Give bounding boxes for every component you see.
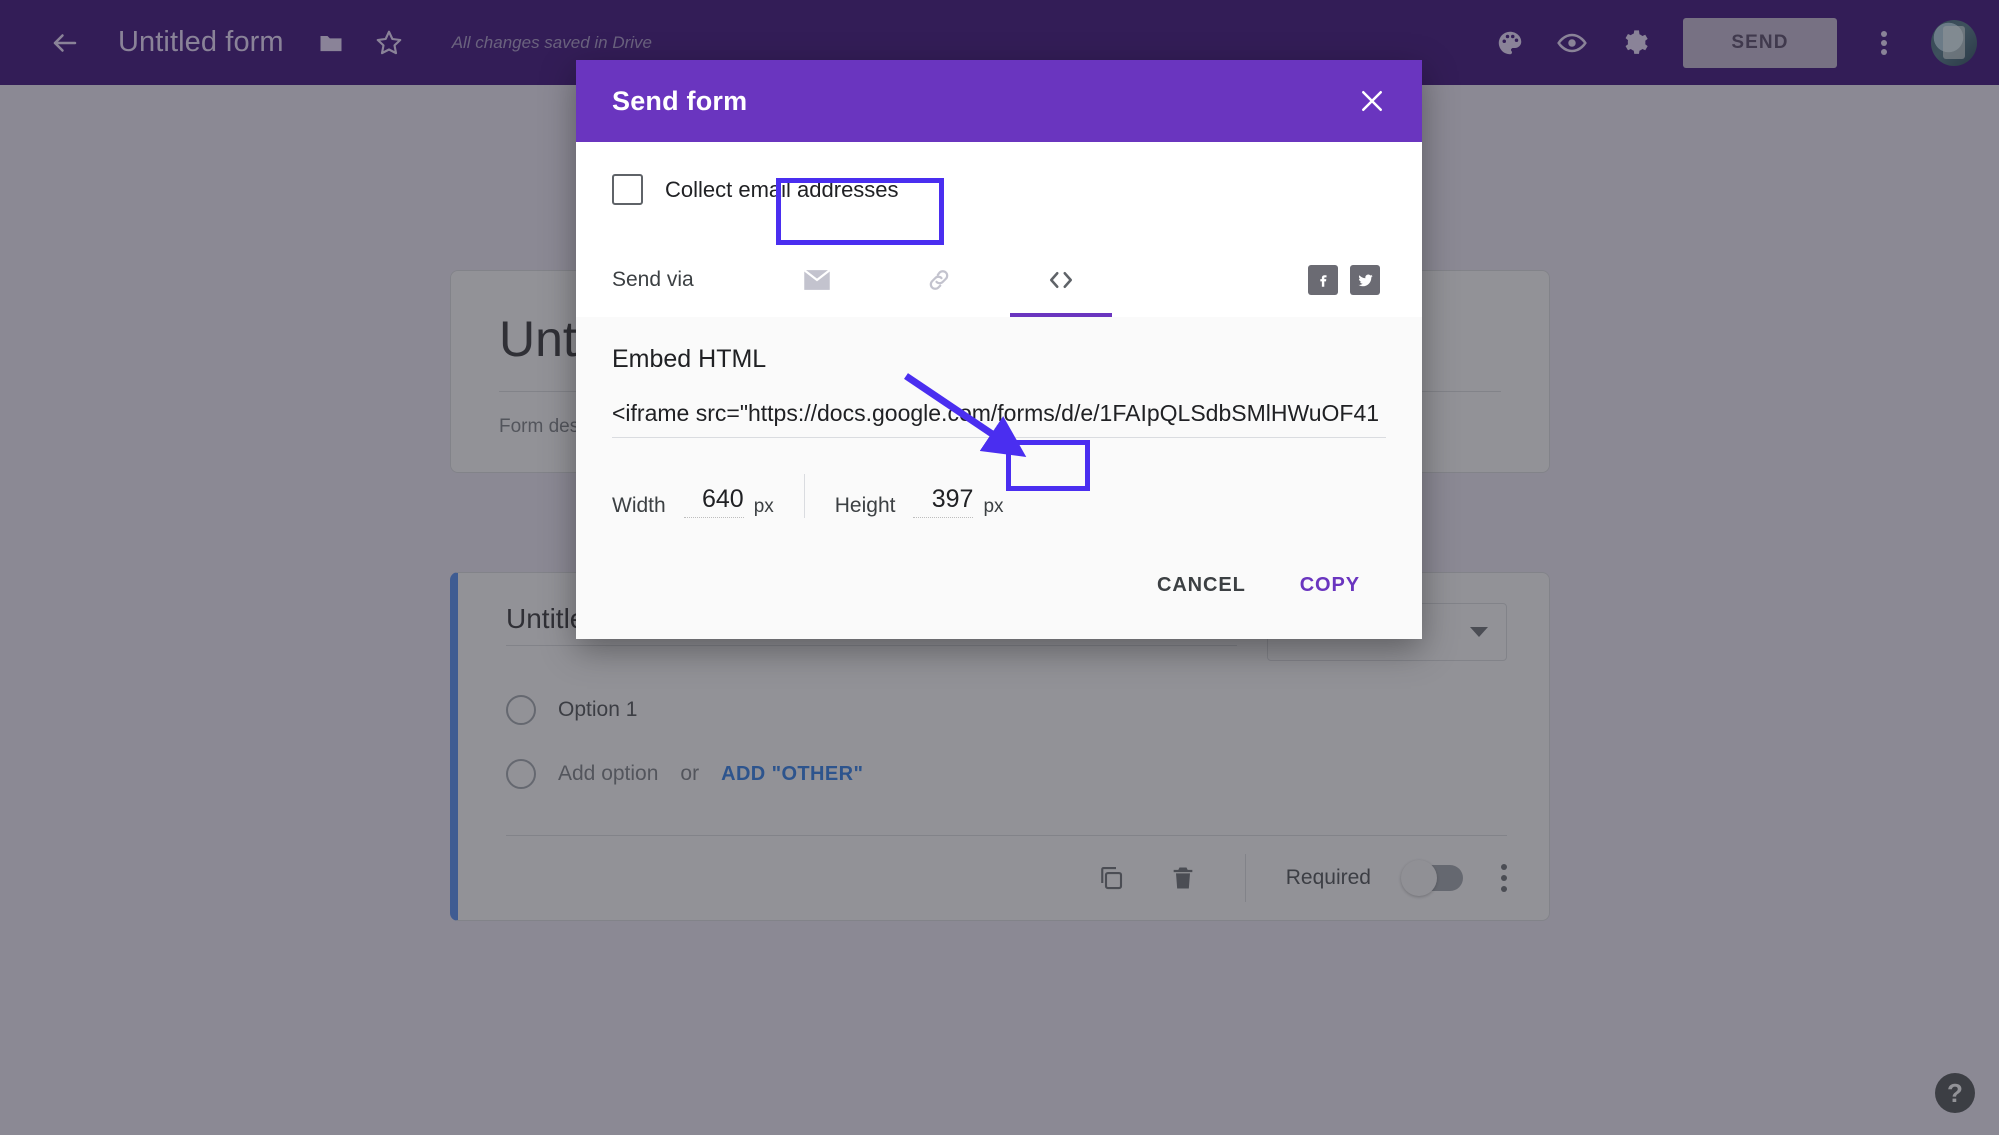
palette-icon[interactable] — [1481, 14, 1539, 72]
question-footer: Required — [506, 835, 1507, 920]
dialog-top-section: Collect email addresses Send via — [576, 142, 1422, 317]
duplicate-icon[interactable] — [1089, 856, 1133, 900]
link-icon — [929, 270, 949, 290]
height-label: Height — [834, 494, 896, 517]
gear-icon[interactable] — [1605, 14, 1663, 72]
folder-icon[interactable] — [302, 14, 360, 72]
add-option-row[interactable]: Add option or ADD "OTHER" — [506, 759, 1507, 789]
radio-unchecked-icon — [506, 695, 536, 725]
arrow-left-icon[interactable] — [36, 14, 94, 72]
top-bar-right-group: SEND — [1481, 14, 1977, 72]
or-label: or — [680, 762, 700, 785]
width-unit: px — [753, 496, 774, 517]
cancel-button[interactable]: CANCEL — [1135, 562, 1268, 609]
radio-unchecked-icon — [506, 759, 536, 789]
kebab-dot — [1501, 886, 1507, 892]
send-via-label: Send via — [612, 268, 694, 291]
send-form-dialog: Send form Collect email addresses Send v… — [576, 60, 1422, 639]
option-label: Option 1 — [558, 698, 638, 721]
kebab-dot — [1501, 864, 1507, 870]
facebook-icon[interactable] — [1308, 265, 1338, 295]
help-button[interactable]: ? — [1935, 1073, 1975, 1113]
dialog-header: Send form — [576, 60, 1422, 142]
user-avatar[interactable] — [1931, 19, 1977, 66]
checkbox-unchecked-icon[interactable] — [612, 174, 643, 205]
kebab-menu-icon[interactable] — [1855, 14, 1913, 72]
star-outline-icon[interactable] — [360, 14, 418, 72]
toggle-knob — [1401, 860, 1437, 896]
form-title-topbar[interactable]: Untitled form — [118, 26, 284, 59]
height-unit: px — [983, 496, 1004, 517]
width-input[interactable]: 640 — [683, 485, 744, 518]
send-via-row: Send via — [612, 243, 1386, 317]
send-via-tab-email[interactable] — [758, 243, 876, 317]
close-x-icon[interactable] — [1350, 79, 1394, 123]
send-button[interactable]: SEND — [1683, 17, 1837, 68]
kebab-dot — [1501, 875, 1507, 881]
embed-html-input[interactable]: <iframe src="https://docs.google.com/for… — [612, 400, 1386, 438]
send-via-tab-link[interactable] — [880, 243, 998, 317]
dimensions-divider — [803, 474, 805, 518]
height-input[interactable]: 397 — [913, 485, 974, 518]
send-via-tab-embed[interactable] — [1002, 243, 1120, 317]
collect-email-label: Collect email addresses — [665, 176, 899, 202]
embed-html-label: Embed HTML — [612, 345, 767, 373]
option-row[interactable]: Option 1 — [506, 695, 1507, 725]
question-more-menu[interactable] — [1501, 864, 1507, 892]
dialog-body: Collect email addresses Send via Embed H… — [576, 142, 1422, 639]
trash-icon[interactable] — [1161, 856, 1205, 900]
social-share-group — [1308, 265, 1380, 295]
dialog-title: Send form — [612, 85, 748, 116]
width-label: Width — [612, 494, 666, 517]
add-other-button[interactable]: ADD "OTHER" — [721, 763, 863, 786]
twitter-icon[interactable] — [1350, 265, 1380, 295]
save-status-text: All changes saved in Drive — [451, 32, 653, 52]
embed-section: Embed HTML <iframe src="https://docs.goo… — [576, 317, 1422, 639]
chevron-down-icon — [1470, 627, 1488, 637]
collect-email-row[interactable]: Collect email addresses — [612, 174, 1386, 205]
required-label: Required — [1285, 866, 1371, 889]
footer-divider — [1244, 854, 1246, 902]
dialog-actions: CANCEL COPY — [612, 562, 1386, 609]
copy-button[interactable]: COPY — [1278, 562, 1382, 609]
screen-root: Untitled form Form description Untitled … — [0, 0, 1999, 1135]
required-toggle[interactable] — [1401, 860, 1463, 896]
eye-icon[interactable] — [1543, 14, 1601, 72]
send-via-tabs — [752, 243, 1308, 317]
add-option-label[interactable]: Add option — [558, 762, 658, 786]
envelope-icon — [803, 269, 831, 290]
dimensions-row: Width 640 px Height 397 px — [612, 474, 1386, 518]
code-brackets-icon — [1049, 271, 1073, 289]
